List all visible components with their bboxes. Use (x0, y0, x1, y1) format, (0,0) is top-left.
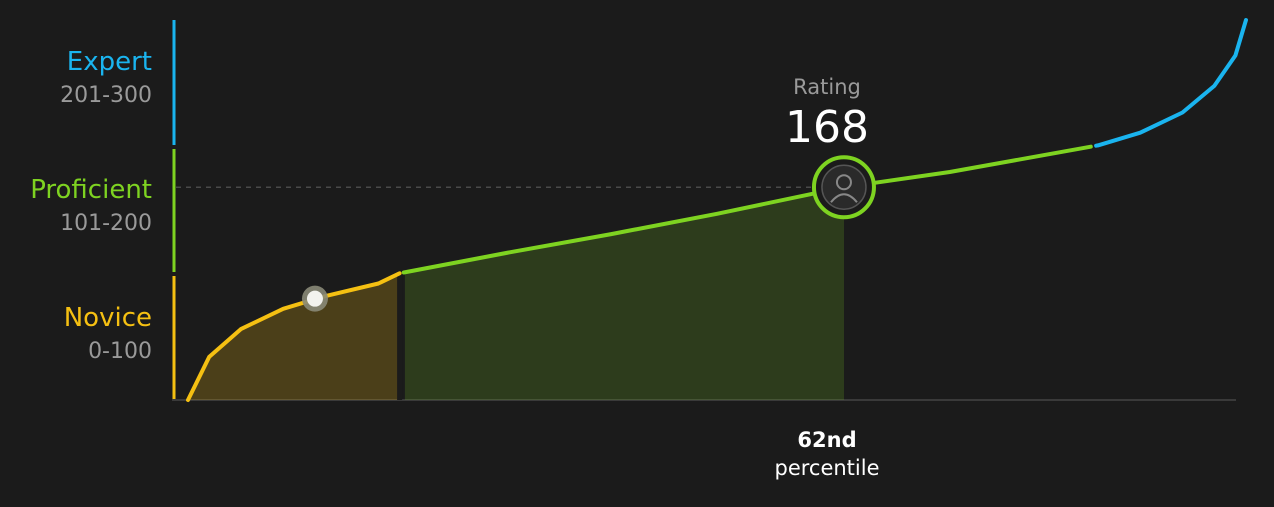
user-marker-inner (821, 164, 867, 210)
dot-marker-icon (306, 290, 323, 307)
rating-value: 168 (785, 102, 869, 153)
proficient-area (404, 187, 844, 400)
rating-distribution-chart (172, 18, 1248, 402)
percentile-value: 62nd (797, 428, 857, 452)
curve-expert-segment (1094, 18, 1248, 148)
rating-callout: Rating 168 (727, 74, 927, 154)
novice-area (188, 273, 400, 400)
percentile-label: percentile (774, 456, 880, 480)
percentile-callout: 62nd percentile (727, 426, 927, 482)
rating-label: Rating (793, 75, 861, 99)
